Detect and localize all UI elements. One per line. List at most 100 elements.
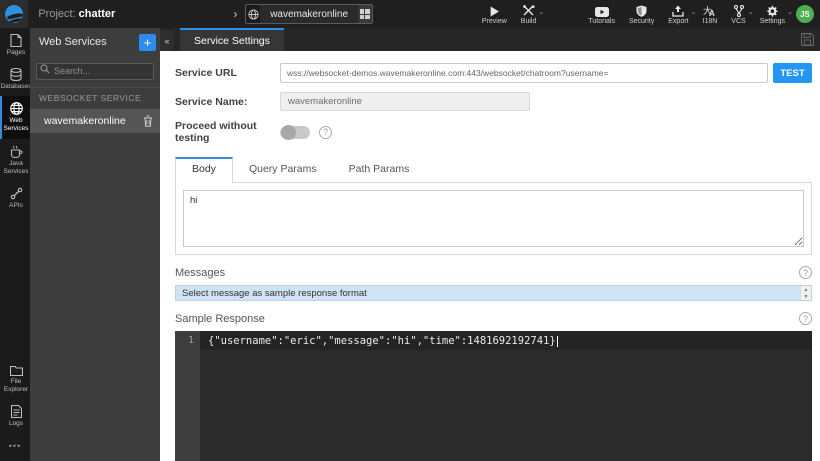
- code-text: {"username":"eric","message":"hi","time"…: [208, 335, 556, 347]
- vcs-button[interactable]: VCS ⌄: [724, 0, 754, 28]
- save-icon[interactable]: [794, 28, 820, 51]
- body-textarea[interactable]: [183, 190, 804, 247]
- tutorials-button[interactable]: Tutorials: [581, 0, 622, 28]
- main-tab-bar: « Service Settings: [160, 28, 820, 51]
- sidebar-item-label: Web Services: [3, 117, 29, 133]
- i18n-button[interactable]: 大A I18N: [696, 0, 725, 28]
- tab-service-settings[interactable]: Service Settings: [180, 28, 284, 51]
- scroll-up-icon[interactable]: ▲: [801, 286, 811, 293]
- translate-icon: 大A: [703, 4, 716, 17]
- add-service-button[interactable]: +: [139, 33, 156, 51]
- proceed-without-testing-label: Proceed without testing: [175, 120, 257, 144]
- coffee-cup-icon: [10, 145, 23, 158]
- messages-label: Messages: [175, 266, 226, 279]
- sample-response-editor[interactable]: 1 {"username":"eric","message":"hi","tim…: [175, 331, 812, 461]
- proceed-toggle[interactable]: [280, 124, 310, 140]
- preview-label: Preview: [481, 17, 507, 25]
- folder-icon: [9, 365, 23, 376]
- youtube-icon: [594, 4, 609, 17]
- settings-label: Settings: [759, 17, 785, 25]
- play-icon: [489, 4, 500, 17]
- sidebar-item-file-explorer[interactable]: File Explorer: [0, 359, 30, 399]
- code-area[interactable]: {"username":"eric","message":"hi","time"…: [200, 331, 812, 461]
- service-name-label: Service Name:: [175, 95, 248, 108]
- message-select-text: Select message as sample response format: [182, 287, 367, 299]
- wavemaker-logo-icon: [5, 5, 24, 23]
- sidebar-item-label: Pages: [6, 49, 26, 56]
- sample-response-label: Sample Response: [175, 312, 265, 325]
- help-icon[interactable]: ?: [319, 125, 332, 139]
- tab-query-params[interactable]: Query Params: [233, 157, 333, 182]
- i18n-label: I18N: [702, 17, 718, 25]
- chevron-down-icon: ⌄: [787, 9, 793, 16]
- top-bar: Project: chatter › wavemakeronline Previe…: [0, 0, 820, 28]
- export-icon: [672, 4, 685, 17]
- project-label: Project:: [38, 8, 76, 20]
- sidebar-item-label: Logs: [8, 419, 24, 427]
- service-chip-label: wavemakeronline: [270, 8, 349, 20]
- wavemaker-studio: Project: chatter › wavemakeronline Previe…: [0, 0, 820, 461]
- scroll-down-icon[interactable]: ▼: [801, 293, 811, 300]
- export-button[interactable]: Export ⌄: [661, 0, 697, 28]
- user-avatar[interactable]: JS: [796, 5, 814, 23]
- main-area: « Service Settings Service URL TEST Serv…: [160, 28, 820, 461]
- request-tabs: Body Query Params Path Params: [175, 157, 812, 183]
- branch-icon: [733, 4, 745, 17]
- export-label: Export: [668, 17, 689, 25]
- sidebar-item-label: File Explorer: [3, 377, 29, 393]
- settings-button[interactable]: Settings ⌄: [753, 0, 793, 28]
- sidebar-item-web-services[interactable]: Web Services: [0, 96, 30, 139]
- message-select-bar[interactable]: Select message as sample response format…: [175, 285, 812, 301]
- wavemaker-logo[interactable]: [0, 0, 29, 28]
- tab-body[interactable]: Body: [175, 157, 233, 183]
- sidebar-item-logs[interactable]: Logs: [0, 399, 30, 433]
- sidebar-item-java-services[interactable]: Java Services: [0, 139, 30, 181]
- security-label: Security: [628, 17, 655, 25]
- more-options-button[interactable]: •••: [0, 433, 30, 461]
- service-settings-content: Service URL TEST Service Name: Proceed w…: [160, 51, 820, 461]
- preview-button[interactable]: Preview: [475, 0, 514, 28]
- gear-icon: [766, 4, 778, 17]
- svg-text:A: A: [709, 9, 715, 17]
- build-button[interactable]: Build ⌄: [514, 0, 544, 28]
- sidebar-item-label: APIs: [9, 201, 23, 209]
- shield-icon: [636, 4, 647, 17]
- trash-icon[interactable]: [143, 115, 153, 127]
- left-icon-rail: Pages Databases Web Services Java Servic…: [0, 28, 32, 461]
- build-tools-icon: [522, 4, 535, 17]
- test-button[interactable]: TEST: [773, 63, 812, 83]
- service-list-item[interactable]: wavemakeronline: [30, 108, 160, 133]
- project-title: chatter: [78, 8, 116, 20]
- help-icon[interactable]: ?: [799, 312, 812, 325]
- build-label: Build: [520, 17, 537, 25]
- service-url-input[interactable]: [280, 63, 768, 83]
- sidebar-item-label: Java Services: [3, 159, 29, 175]
- sidebar-item-apis[interactable]: APIs: [0, 181, 30, 215]
- vcs-label: VCS: [731, 17, 746, 25]
- tutorials-label: Tutorials: [588, 17, 615, 25]
- database-icon: [10, 68, 22, 82]
- security-button[interactable]: Security: [622, 0, 661, 28]
- grid-icon[interactable]: [358, 5, 372, 23]
- collapse-panel-button[interactable]: «: [160, 30, 174, 51]
- search-icon: [40, 64, 50, 74]
- service-url-label: Service URL: [175, 67, 237, 79]
- api-connector-icon: [10, 187, 23, 200]
- chevron-down-icon: ⌄: [538, 9, 545, 16]
- help-icon[interactable]: ?: [799, 266, 812, 279]
- active-service-chip[interactable]: wavemakeronline: [245, 4, 373, 24]
- message-scrollbar[interactable]: ▲ ▼: [800, 286, 811, 300]
- globe-icon: [246, 5, 261, 23]
- sidebar-item-databases[interactable]: Databases: [0, 62, 32, 96]
- service-item-label: wavemakeronline: [44, 114, 126, 127]
- sidebar-item-pages[interactable]: Pages: [0, 28, 30, 62]
- globe-icon: [9, 102, 23, 116]
- search-input[interactable]: [36, 62, 154, 80]
- body-tab-panel: [175, 183, 812, 255]
- breadcrumb-chevron-icon: ›: [233, 7, 238, 21]
- service-name-input: [280, 92, 530, 111]
- sidebar-item-label: Databases: [0, 83, 32, 91]
- code-line: {"username":"eric","message":"hi","time"…: [200, 331, 812, 350]
- line-number-gutter: 1: [175, 331, 200, 461]
- tab-path-params[interactable]: Path Params: [333, 157, 426, 182]
